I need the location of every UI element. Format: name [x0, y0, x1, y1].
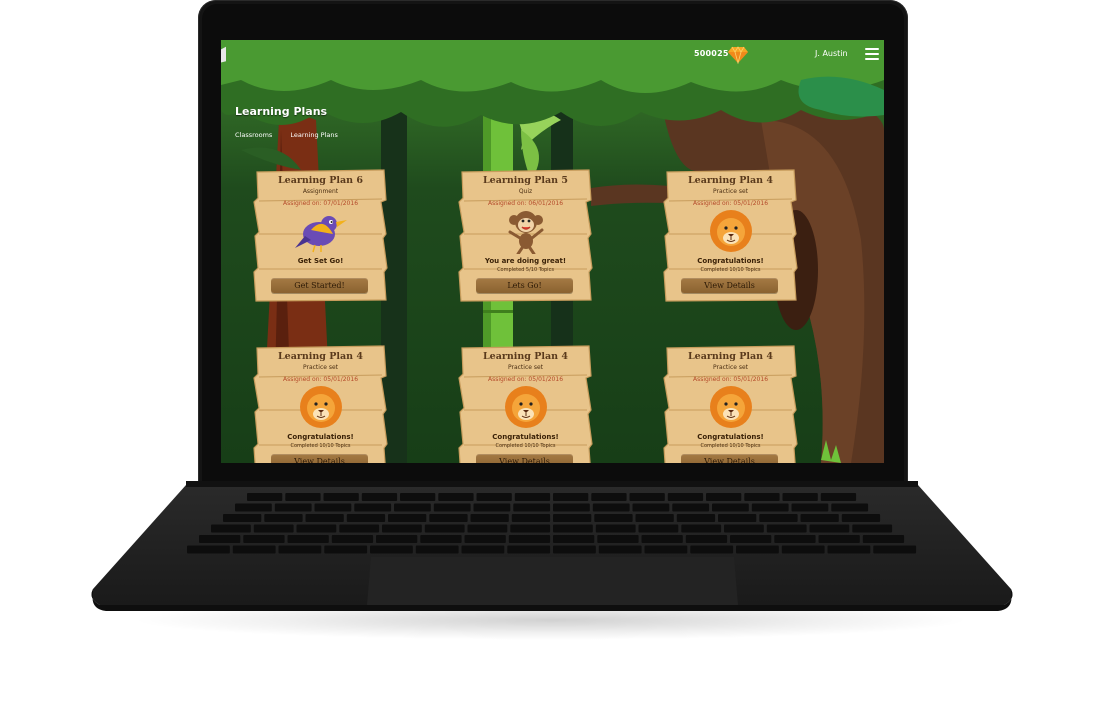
card-subtitle: Practice set	[302, 364, 339, 371]
lion-icon	[505, 386, 547, 428]
card-progress: Completed 5/10 Topics	[497, 267, 554, 273]
card-progress: Completed 10/10 Topics	[700, 267, 761, 273]
card-title: Learning Plan 5	[483, 175, 568, 186]
card-message: You are doing great!	[484, 257, 567, 265]
lion-icon	[300, 386, 342, 428]
learning-plan-card[interactable]: Learning Plan 4 Practice set Assigned on…	[253, 344, 388, 463]
card-date: Assigned on: 05/01/2016	[282, 376, 359, 383]
card-date: Assigned on: 07/01/2016	[282, 200, 359, 207]
learning-plan-card[interactable]: Learning Plan 6 Assignment Assigned on: …	[253, 168, 388, 303]
card-message: Get Set Go!	[297, 257, 344, 265]
user-name[interactable]: J. Austin	[815, 49, 848, 58]
card-progress: Completed 10/10 Topics	[700, 443, 761, 449]
card-title: Learning Plan 4	[688, 175, 773, 186]
card-date: Assigned on: 05/01/2016	[692, 200, 769, 207]
coin-balance: 500025	[694, 49, 729, 58]
card-date: Assigned on: 06/01/2016	[487, 200, 564, 207]
card-date: Assigned on: 05/01/2016	[487, 376, 564, 383]
card-date: Assigned on: 05/01/2016	[692, 376, 769, 383]
card-title: Learning Plan 4	[688, 351, 773, 362]
card-subtitle: Quiz	[518, 188, 533, 195]
lets-go-button[interactable]: Lets Go!	[476, 278, 573, 293]
view-details-button[interactable]: View Details	[681, 454, 778, 463]
diamond-icon	[728, 46, 748, 64]
card-message: Congratulations!	[697, 257, 764, 265]
breadcrumb-classrooms[interactable]: Classrooms	[235, 131, 272, 139]
breadcrumb-learning-plans: Learning Plans	[290, 131, 338, 139]
laptop-base	[86, 481, 1018, 615]
card-message: Congratulations!	[697, 433, 764, 441]
learning-plan-card[interactable]: Learning Plan 5 Quiz Assigned on: 06/01/…	[458, 168, 593, 303]
page-title: Learning Plans	[235, 105, 328, 118]
card-title: Learning Plan 4	[278, 351, 363, 362]
card-subtitle: Practice set	[712, 188, 749, 195]
card-subtitle: Practice set	[507, 364, 544, 371]
view-details-button[interactable]: View Details	[681, 278, 778, 293]
card-message: Congratulations!	[492, 433, 559, 441]
lion-icon	[710, 386, 752, 428]
learning-plan-card[interactable]: Learning Plan 4 Practice set Assigned on…	[458, 344, 593, 463]
view-details-button[interactable]: View Details	[271, 454, 368, 463]
app-screen: 500025 J. Austin Learning Plans Classroo…	[221, 40, 884, 463]
breadcrumb: Classrooms Learning Plans	[235, 131, 354, 139]
card-title: Learning Plan 6	[278, 175, 363, 186]
learning-plan-card[interactable]: Learning Plan 4 Practice set Assigned on…	[663, 168, 798, 303]
bird-icon	[295, 216, 347, 253]
home-icon[interactable]	[221, 46, 226, 63]
top-bar: 500025 J. Austin	[221, 40, 884, 70]
card-subtitle: Practice set	[712, 364, 749, 371]
card-subtitle: Assignment	[302, 188, 339, 195]
card-progress: Completed 10/10 Topics	[495, 443, 556, 449]
card-progress: Completed 10/10 Topics	[290, 443, 351, 449]
card-title: Learning Plan 4	[483, 351, 568, 362]
hamburger-menu-icon[interactable]	[865, 48, 879, 60]
get-started-button[interactable]: Get Started!	[271, 278, 368, 293]
learning-plan-card[interactable]: Learning Plan 4 Practice set Assigned on…	[663, 344, 798, 463]
monkey-icon	[508, 211, 544, 254]
card-message: Congratulations!	[287, 433, 354, 441]
lion-icon	[710, 210, 752, 252]
view-details-button[interactable]: View Details	[476, 454, 573, 463]
